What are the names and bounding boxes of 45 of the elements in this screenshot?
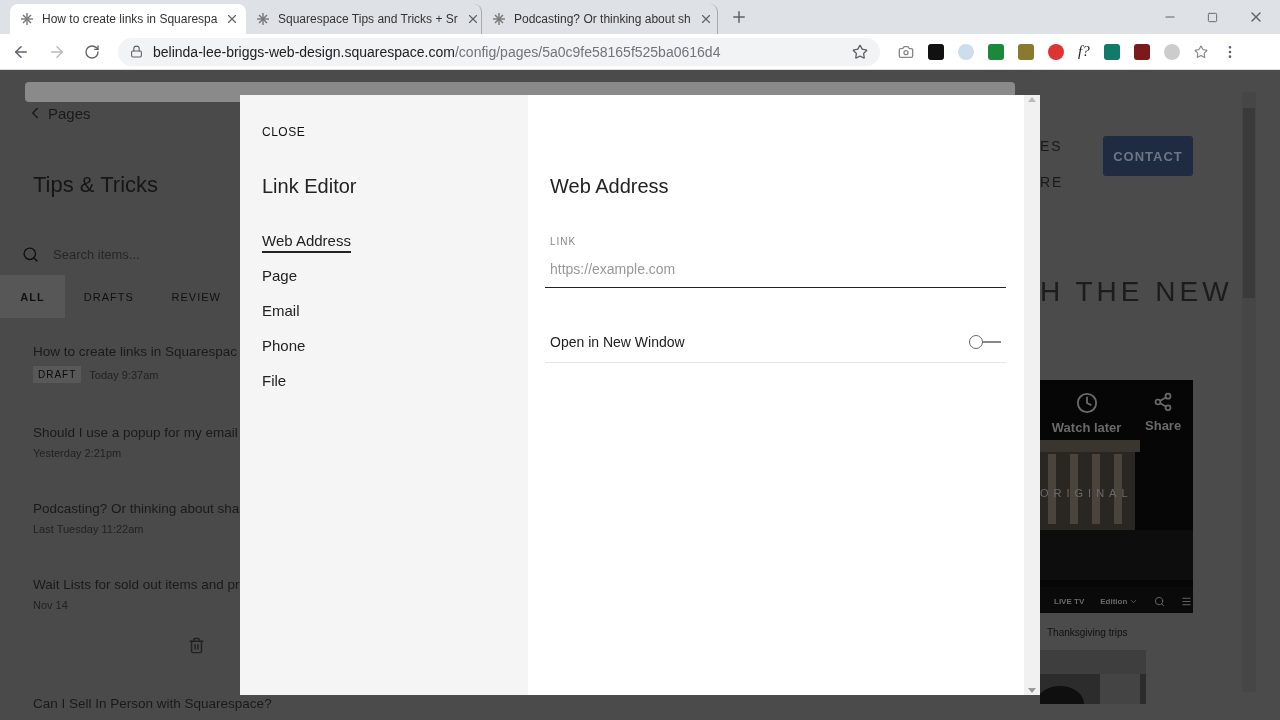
browser-tab[interactable]: How to create links in Squarespa: [10, 4, 246, 34]
link-type-tab[interactable]: Phone: [262, 337, 306, 358]
extension-icon[interactable]: [928, 43, 944, 60]
extension-icon[interactable]: [1133, 43, 1150, 60]
lock-icon: [130, 45, 143, 58]
contact-button[interactable]: CONTACT: [1103, 136, 1193, 176]
share-icon[interactable]: [1153, 392, 1174, 412]
filter-tab[interactable]: ALL: [0, 275, 66, 318]
search-icon: [22, 246, 39, 263]
video-menu-item[interactable]: Edition: [1100, 597, 1128, 606]
reload-icon[interactable]: [84, 43, 100, 60]
filter-tab[interactable]: DRAFTS: [65, 275, 153, 318]
new-window-toggle[interactable]: [969, 335, 1001, 349]
field-label: LINK: [550, 236, 578, 247]
scrollbar[interactable]: [1024, 95, 1040, 695]
link-type-tab[interactable]: Page: [262, 267, 298, 288]
close-button[interactable]: CLOSE: [262, 125, 306, 139]
link-type-tab[interactable]: File: [262, 372, 287, 393]
clock-icon[interactable]: [1075, 392, 1098, 414]
star-icon[interactable]: [852, 43, 868, 60]
link-type-tab[interactable]: Email: [262, 302, 300, 323]
scroll-down-icon[interactable]: [1028, 688, 1036, 693]
new-tab-icon[interactable]: [730, 8, 748, 26]
video-action[interactable]: Watch later: [1051, 420, 1122, 435]
url-path: /config/pages/5a0c9fe58165f525ba0616d4: [454, 43, 721, 60]
search-icon[interactable]: [1154, 596, 1166, 607]
link-type-tab[interactable]: Web Address: [262, 232, 351, 253]
draft-badge: DRAFT: [33, 366, 82, 383]
dialog-title: Link Editor: [262, 175, 358, 198]
camera-icon[interactable]: [898, 43, 914, 60]
address-bar[interactable]: belinda-lee-briggs-web-design.squarespace.com/config/pages/5a0c9fe58165f525ba0616d4: [118, 37, 880, 66]
squarespace-favicon-icon: [492, 12, 506, 26]
video-action[interactable]: Share: [1145, 418, 1182, 433]
url-domain: belinda-lee-briggs-web-design.squarespace.com: [153, 43, 455, 60]
menu-icon[interactable]: [1181, 596, 1193, 607]
extension-label[interactable]: f?: [1078, 43, 1090, 60]
link-input-field[interactable]: https://example.com: [545, 257, 1006, 288]
filter-tab[interactable]: REVIEW: [152, 275, 240, 318]
toggle-label: Open in New Window: [550, 334, 685, 350]
squarespace-favicon-icon: [256, 12, 270, 26]
section-heading: Web Address: [550, 175, 670, 198]
video-overlay-text: ORIGINAL: [1040, 487, 1133, 499]
video-menu-item[interactable]: LIVE TV: [1054, 597, 1085, 606]
chevron-down-icon[interactable]: [1129, 597, 1139, 606]
squarespace-favicon-icon: [20, 12, 34, 26]
